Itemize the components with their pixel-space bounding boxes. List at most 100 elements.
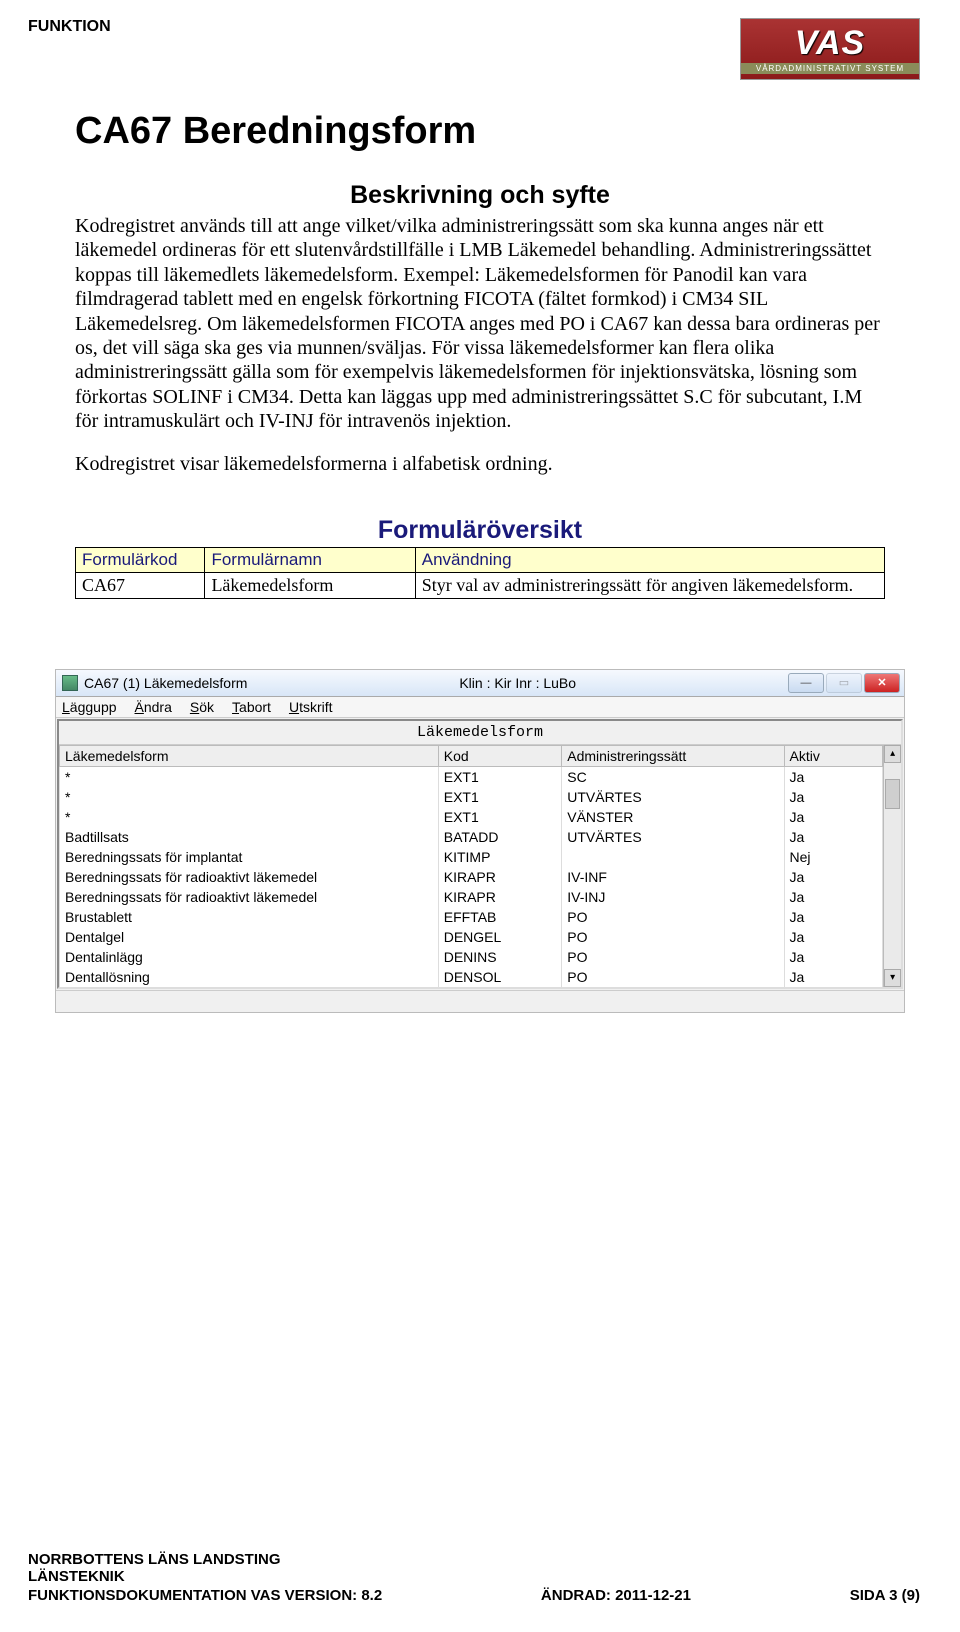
col-lakemedelsform[interactable]: Läkemedelsform [60,745,439,766]
footer-line2: LÄNSTEKNIK [28,1568,920,1585]
vas-logo: VAS VÅRDADMINISTRATIVT SYSTEM [740,18,920,80]
cell: UTVÄRTES [562,827,784,847]
cell: DENSOL [438,967,562,987]
cell: DENINS [438,947,562,967]
cell: KIRAPR [438,867,562,887]
scroll-down-icon[interactable]: ▾ [884,969,901,987]
cell: Dentalgel [60,927,439,947]
cell: Ja [784,827,883,847]
window-info: Klin : Kir Inr : LuBo [459,675,576,691]
col-aktiv[interactable]: Aktiv [784,745,883,766]
paragraph-2: Kodregistret visar läkemedelsformerna i … [75,452,885,476]
cell: PO [562,947,784,967]
paragraph-1: Kodregistret används till att ange vilke… [75,214,885,434]
table-row[interactable]: Beredningssats för radioaktivt läkemedel… [60,867,883,887]
table-row[interactable]: *EXT1UTVÄRTESJa [60,787,883,807]
cell: Ja [784,967,883,987]
cell: Nej [784,847,883,867]
maximize-button[interactable]: ▭ [826,673,862,693]
overview-th-3: Användning [415,547,884,572]
page-title: CA67 Beredningsform [75,110,885,153]
status-bar [56,990,904,1012]
overview-td-usage: Styr val av administreringssätt för angi… [415,572,884,598]
scroll-thumb[interactable] [885,779,900,809]
cell: * [60,766,439,787]
col-kod[interactable]: Kod [438,745,562,766]
cell: IV-INF [562,867,784,887]
menu-tabort[interactable]: Tabort [232,699,271,715]
cell: PO [562,907,784,927]
cell: Beredningssats för radioaktivt läkemedel [60,867,439,887]
panel-title: Läkemedelsform [59,721,901,745]
table-row[interactable]: DentallösningDENSOLPOJa [60,967,883,987]
table-row[interactable]: DentalinläggDENINSPOJa [60,947,883,967]
cell [562,847,784,867]
vas-logo-text: VAS [795,24,865,63]
table-row[interactable]: DentalgelDENGELPOJa [60,927,883,947]
cell: Ja [784,887,883,907]
table-row[interactable]: *EXT1SCJa [60,766,883,787]
menu-utskrift[interactable]: Utskrift [289,699,333,715]
table-row[interactable]: Beredningssats för implantatKITIMP Nej [60,847,883,867]
cell: Ja [784,947,883,967]
cell: IV-INJ [562,887,784,907]
vertical-scrollbar[interactable]: ▴ ▾ [883,745,901,987]
header-funktion: FUNKTION [28,18,111,36]
cell: Ja [784,927,883,947]
cell: UTVÄRTES [562,787,784,807]
menu-andra[interactable]: Ändra [135,699,172,715]
cell: * [60,807,439,827]
cell: SC [562,766,784,787]
cell: * [60,787,439,807]
app-window: CA67 (1) Läkemedelsform Klin : Kir Inr :… [55,669,905,1013]
overview-table: Formulärkod Formulärnamn Användning CA67… [75,547,885,599]
cell: KIRAPR [438,887,562,907]
footer-line1: NORRBOTTENS LÄNS LANDSTING [28,1551,920,1568]
cell: Ja [784,867,883,887]
overview-td-code: CA67 [76,572,205,598]
table-row[interactable]: *EXT1VÄNSTERJa [60,807,883,827]
overview-heading: Formuläröversikt [75,516,885,545]
cell: Brustablett [60,907,439,927]
menu-laggupp[interactable]: Läggupp [62,699,117,715]
window-title: CA67 (1) Läkemedelsform [84,675,247,691]
cell: PO [562,967,784,987]
close-button[interactable]: ✕ [864,673,900,693]
footer-doc: FUNKTIONSDOKUMENTATION VAS VERSION: 8.2 [28,1587,382,1604]
col-admin[interactable]: Administreringssätt [562,745,784,766]
overview-th-2: Formulärnamn [205,547,415,572]
cell: Ja [784,807,883,827]
cell: Beredningssats för implantat [60,847,439,867]
cell: KITIMP [438,847,562,867]
overview-td-name: Läkemedelsform [205,572,415,598]
cell: PO [562,927,784,947]
titlebar[interactable]: CA67 (1) Läkemedelsform Klin : Kir Inr :… [56,670,904,697]
app-icon [62,675,78,691]
page-footer: NORRBOTTENS LÄNS LANDSTING LÄNSTEKNIK FU… [28,1551,920,1604]
scroll-up-icon[interactable]: ▴ [884,745,901,763]
table-row[interactable]: BrustablettEFFTABPOJa [60,907,883,927]
menu-sok[interactable]: Sök [190,699,214,715]
cell: Ja [784,787,883,807]
cell: VÄNSTER [562,807,784,827]
subtitle: Beskrivning och syfte [75,181,885,210]
data-grid[interactable]: Läkemedelsform Kod Administreringssätt A… [59,745,883,987]
overview-th-1: Formulärkod [76,547,205,572]
footer-changed: ÄNDRAD: 2011-12-21 [541,1587,691,1604]
cell: Ja [784,907,883,927]
cell: Dentallösning [60,967,439,987]
minimize-button[interactable]: — [788,673,824,693]
vas-logo-subtext: VÅRDADMINISTRATIVT SYSTEM [741,63,919,74]
cell: Ja [784,766,883,787]
cell: EXT1 [438,766,562,787]
cell: EXT1 [438,787,562,807]
cell: Dentalinlägg [60,947,439,967]
cell: BATADD [438,827,562,847]
cell: EXT1 [438,807,562,827]
table-row[interactable]: BadtillsatsBATADDUTVÄRTESJa [60,827,883,847]
table-row[interactable]: Beredningssats för radioaktivt läkemedel… [60,887,883,907]
cell: Badtillsats [60,827,439,847]
footer-page: SIDA 3 (9) [850,1587,920,1604]
cell: Beredningssats för radioaktivt läkemedel [60,887,439,907]
menubar: Läggupp Ändra Sök Tabort Utskrift [56,697,904,718]
